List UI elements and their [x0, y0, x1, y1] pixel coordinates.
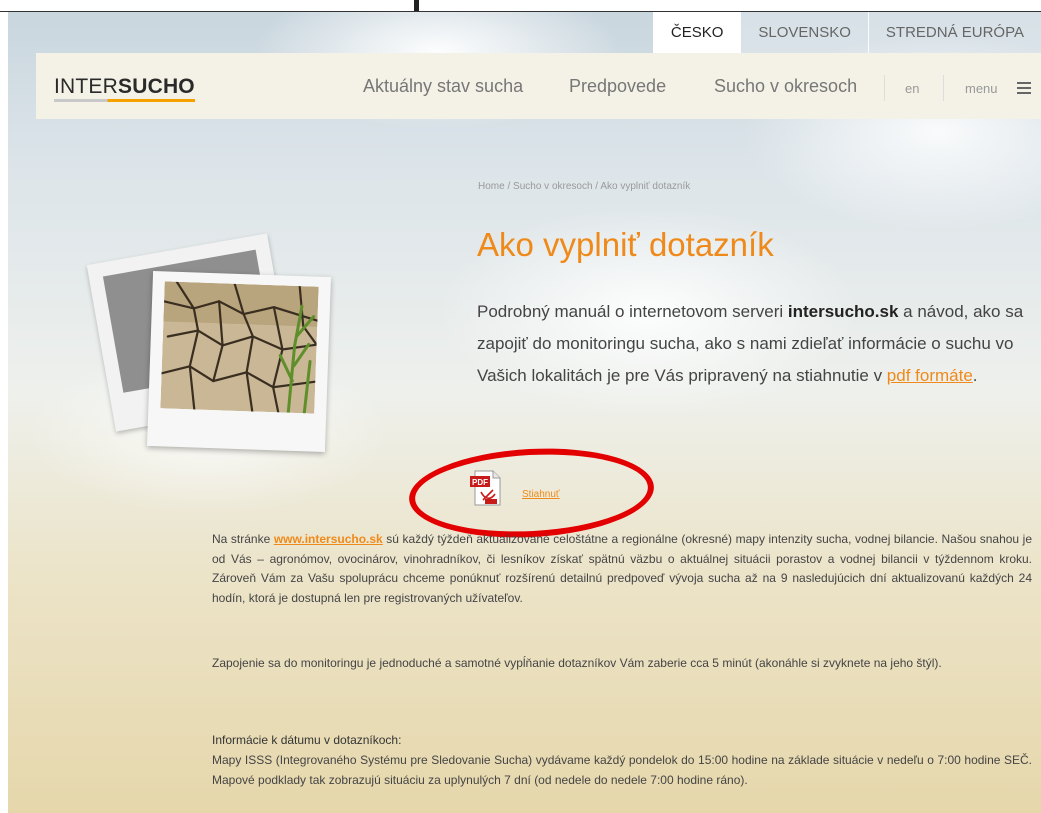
intro-domain: intersucho.sk [787, 302, 899, 321]
nav-forecasts[interactable]: Predpovede [569, 76, 666, 97]
page-title: Ako vyplniť dotazník [477, 226, 774, 263]
nav-divider [943, 75, 944, 101]
cropped-glyph [414, 0, 419, 11]
nav-drought-districts[interactable]: Sucho v okresoch [714, 76, 857, 97]
site-logo[interactable]: INTERSUCHO [54, 75, 195, 102]
main-navbar: INTERSUCHO Aktuálny stav sucha Predpoved… [36, 53, 1041, 119]
breadcrumb-home[interactable]: Home [478, 181, 505, 192]
polaroid-drought-photo [147, 270, 331, 453]
svg-text:PDF: PDF [472, 478, 488, 487]
tab-slovensko[interactable]: SLOVENSKO [740, 12, 868, 53]
nav-current-drought[interactable]: Aktuálny stav sucha [363, 76, 523, 97]
date-info-heading: Informácie k dátumu v dotazníkoch: [212, 733, 402, 747]
tab-stredna-europa[interactable]: STREDNÁ EURÓPA [867, 12, 1041, 53]
region-tabs: ČESKO SLOVENSKO STREDNÁ EURÓPA [652, 12, 1041, 53]
nav-divider [884, 75, 885, 101]
tab-cesko[interactable]: ČESKO [652, 12, 741, 53]
download-link[interactable]: Stiahnuť [522, 489, 560, 500]
intro-paragraph: Podrobný manuál o internetovom serveri i… [477, 302, 1024, 385]
logo-underline [54, 99, 195, 102]
pdf-format-link[interactable]: pdf formáte [887, 366, 973, 385]
cracked-soil-image [160, 281, 319, 414]
logo-part-inter: INTER [54, 75, 118, 98]
menu-label[interactable]: menu [965, 81, 998, 96]
info-paragraph-1: Na stránke www.intersucho.sk sú každý tý… [212, 532, 1033, 605]
pdf-icon[interactable]: PDF [469, 470, 502, 506]
hamburger-menu-icon[interactable] [1017, 82, 1031, 94]
breadcrumb: Home / Sucho v okresoch / Ako vyplniť do… [478, 181, 690, 192]
breadcrumb-section[interactable]: Sucho v okresoch [513, 181, 593, 192]
breadcrumb-separator: / [504, 181, 514, 192]
page-viewport: ČESKO SLOVENSKO STREDNÁ EURÓPA INTERSUCH… [8, 12, 1041, 813]
language-switch-en[interactable]: en [905, 81, 919, 96]
info-paragraph-2: Zapojenie sa do monitoringu je jednoduch… [212, 656, 942, 670]
logo-part-sucho: SUCHO [118, 75, 195, 98]
breadcrumb-current: Ako vyplniť dotazník [600, 181, 691, 192]
intersucho-website-link[interactable]: www.intersucho.sk [274, 532, 383, 546]
info-paragraph-3: Mapy ISSS (Integrovaného Systému pre Sle… [212, 753, 1032, 787]
